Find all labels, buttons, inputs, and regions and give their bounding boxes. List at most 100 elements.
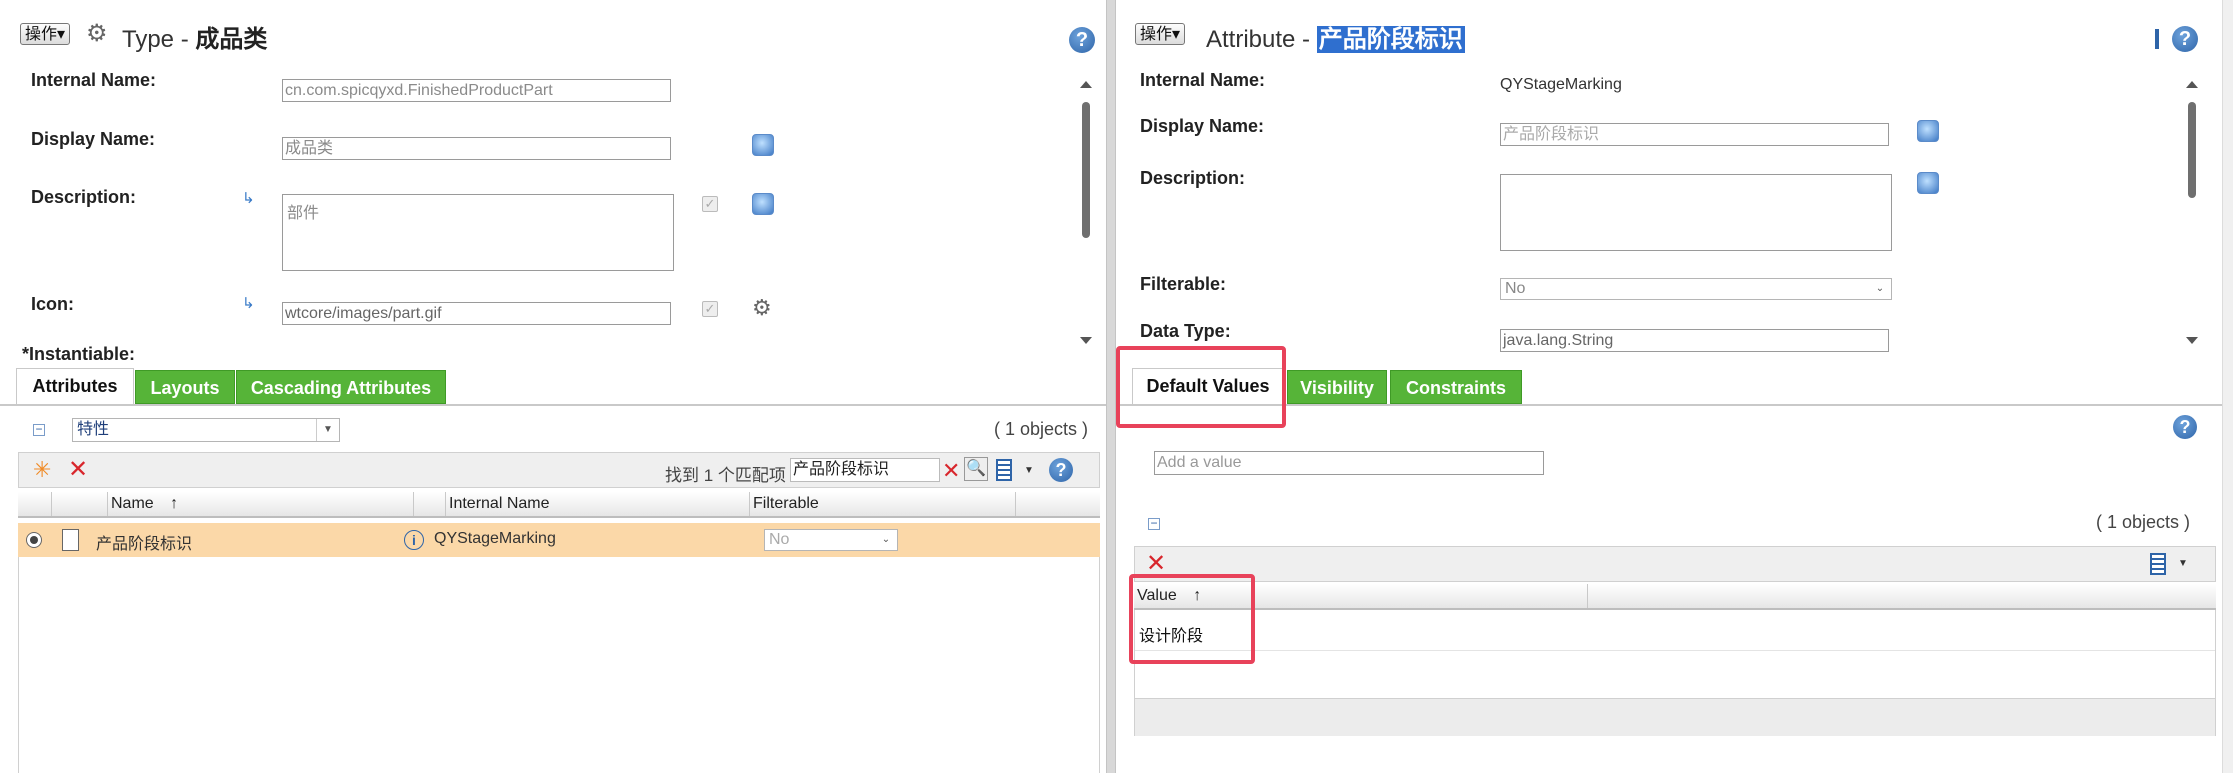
col-type-icon [52, 492, 108, 516]
right-table-toolbar [1134, 546, 2216, 582]
default-values-help-icon[interactable]: ? [2173, 415, 2197, 439]
tab-constraints[interactable]: Constraints [1390, 370, 1522, 404]
table-help-icon[interactable]: ? [1049, 458, 1073, 482]
tab-layouts[interactable]: Layouts [135, 370, 235, 404]
radio-selected-dot [30, 536, 38, 544]
info-icon[interactable]: i [404, 530, 424, 550]
scroll-thumb[interactable] [1082, 102, 1090, 238]
attr-data-type-label: Data Type: [1140, 321, 1231, 341]
right-view-menu-chevron-icon[interactable]: ▼ [2178, 558, 2188, 569]
left-title-name: 成品类 [195, 26, 268, 53]
row-radio-button[interactable] [26, 532, 42, 548]
tab-attributes[interactable]: Attributes [16, 368, 134, 404]
chevron-down-icon: ▼ [316, 419, 339, 441]
attr-display-name-globe-icon[interactable] [1917, 120, 1939, 142]
attr-filterable-select[interactable]: No ⌄ [1500, 278, 1892, 300]
right-form-scrollbar[interactable] [2184, 76, 2200, 348]
scroll-up-arrow-icon[interactable] [2186, 81, 2198, 88]
internal-name-label: Internal Name: [31, 70, 157, 90]
type-panel: 操作▾ ⚙ Type - 成品类 ? Internal Name: cn.com… [0, 0, 1106, 773]
description-label: Description: [31, 187, 137, 207]
table-row[interactable]: 产品阶段标识 i QYStageMarking No ⌄ [18, 523, 1100, 557]
type-settings-gear-icon: ⚙ [86, 20, 108, 47]
row-name[interactable]: 产品阶段标识 [96, 530, 192, 554]
display-name-label: Display Name: [31, 129, 156, 149]
instantiable-label: *Instantiable: [22, 344, 136, 364]
chevron-down-icon: ⌄ [1875, 283, 1885, 294]
chevron-down-icon: ⌄ [881, 534, 891, 545]
attr-filterable-label: Filterable: [1140, 274, 1227, 294]
attribute-panel: 操作▾ Attribute - 产品阶段标识 ? Internal Name: … [1116, 0, 2233, 773]
description-localize-globe-icon[interactable] [752, 193, 774, 215]
icon-override-checkbox[interactable]: ✓ [702, 301, 718, 317]
icon-preview-gear-icon: ⚙ [752, 295, 772, 320]
attr-data-type-field[interactable]: java.lang.String [1500, 329, 1889, 352]
right-help-icon[interactable]: ? [2172, 26, 2198, 52]
internal-name-field[interactable]: cn.com.spicqyxd.FinishedProductPart [282, 79, 671, 102]
display-name-localize-globe-icon[interactable] [752, 134, 774, 156]
right-collapse-icon[interactable]: − [1148, 517, 1160, 530]
left-actions-menu-button[interactable]: 操作▾ [20, 23, 71, 45]
attribute-filter-value: 特性 [77, 421, 110, 438]
add-value-input[interactable]: Add a value [1154, 451, 1544, 475]
highlight-default-values-tab [1116, 346, 1286, 428]
left-title-prefix: Type - [122, 26, 196, 53]
tab-visibility[interactable]: Visibility [1287, 370, 1387, 404]
attr-description-globe-icon[interactable] [1917, 172, 1939, 194]
attr-description-textarea[interactable] [1500, 174, 1892, 251]
values-table-footer [1135, 698, 2215, 736]
description-textarea[interactable]: 部件 [282, 194, 674, 271]
icon-inherit-link-icon: ↳ [242, 295, 255, 312]
values-table-header: Value ↑ [1134, 584, 2216, 610]
scroll-up-arrow-icon[interactable] [1080, 81, 1092, 88]
right-actions-menu-button[interactable]: 操作▾ [1135, 23, 1186, 45]
col-filterable-header[interactable]: Filterable [750, 492, 1016, 516]
attribute-filter-select[interactable]: 特性 ▼ [72, 418, 340, 442]
col-name-label: Name [111, 495, 154, 512]
new-attribute-icon[interactable]: ✳ [33, 459, 51, 481]
highlight-value-cell [1129, 574, 1255, 664]
right-table-view-icon[interactable] [2150, 553, 2166, 575]
table-search-input[interactable]: 产品阶段标识 [790, 458, 940, 482]
table-view-icon[interactable] [996, 459, 1012, 481]
scroll-thumb[interactable] [2188, 102, 2196, 198]
description-override-checkbox[interactable]: ✓ [702, 196, 718, 212]
right-objects-count: ( 1 objects ) [2096, 512, 2191, 532]
col-name-header[interactable]: Name ↑ [108, 492, 414, 516]
tab-cascading-attributes[interactable]: Cascading Attributes [236, 370, 446, 404]
values-table-body: 设计阶段 [1134, 610, 2216, 736]
col-select [18, 492, 52, 516]
col-internal-name-header[interactable]: Internal Name [446, 492, 750, 516]
attr-display-name-label: Display Name: [1140, 116, 1265, 136]
panel-splitter[interactable] [1106, 0, 1116, 773]
attr-filterable-value: No [1505, 280, 1526, 297]
right-panel-scroll-edge [2222, 0, 2233, 773]
scroll-down-arrow-icon[interactable] [2186, 337, 2198, 344]
clear-search-icon[interactable]: ✕ [942, 459, 960, 483]
icon-label: Icon: [31, 294, 74, 314]
view-menu-chevron-icon[interactable]: ▼ [1024, 465, 1034, 476]
attribute-document-icon [62, 529, 79, 551]
col-info [414, 492, 446, 516]
row-filterable-value: No [769, 531, 790, 548]
delete-icon[interactable]: ✕ [68, 458, 88, 482]
scroll-down-arrow-icon[interactable] [1080, 337, 1092, 344]
display-name-field[interactable]: 成品类 [282, 137, 671, 160]
search-match-count: 找到 1 个匹配项 [665, 466, 786, 485]
icon-path-field[interactable]: wtcore/images/part.gif [282, 302, 671, 325]
search-icon[interactable]: 🔍 [964, 457, 988, 481]
attr-display-name-field[interactable]: 产品阶段标识 [1500, 123, 1889, 146]
remove-value-icon[interactable]: ✕ [1146, 552, 1166, 576]
attributes-table-header: Name ↑ Internal Name Filterable [18, 492, 1100, 518]
value-row[interactable]: 设计阶段 [1135, 610, 2215, 651]
left-objects-count: ( 1 objects ) [994, 419, 1089, 439]
left-form-scrollbar[interactable] [1078, 76, 1094, 348]
toggle-bar-icon [2155, 29, 2159, 49]
row-internal-name: QYStageMarking [434, 530, 556, 547]
left-collapse-icon[interactable]: − [33, 423, 45, 436]
row-filterable-select: No ⌄ [764, 529, 898, 551]
right-title-name: 产品阶段标识 [1316, 26, 1465, 53]
right-page-title: Attribute - 产品阶段标识 [1206, 24, 1465, 56]
left-help-icon[interactable]: ? [1069, 27, 1095, 53]
description-inherit-link-icon: ↳ [242, 190, 255, 207]
